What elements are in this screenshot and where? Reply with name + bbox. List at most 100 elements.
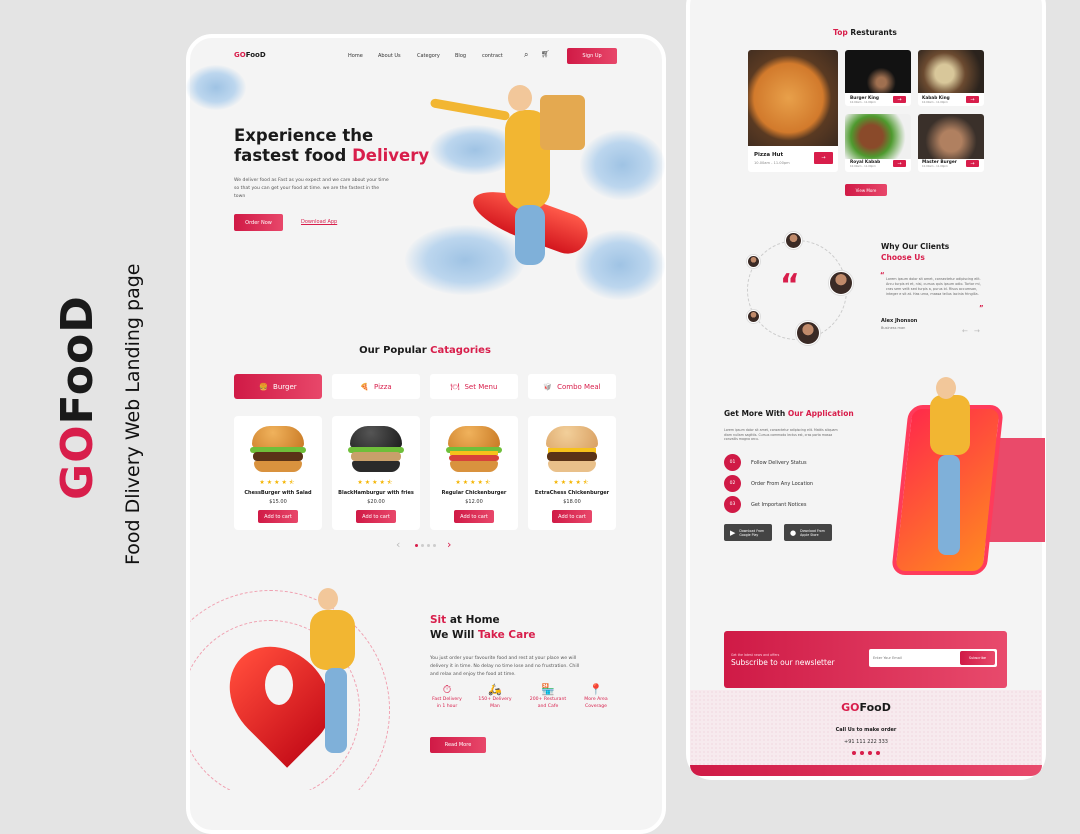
nav-about[interactable]: About Us bbox=[378, 53, 401, 59]
footer-phone[interactable]: +91 111 222 333 bbox=[690, 739, 1042, 745]
step-number: 02 bbox=[724, 475, 741, 492]
add-to-cart-button[interactable]: Add to cart bbox=[552, 510, 592, 523]
quote-icon: “ bbox=[780, 268, 800, 303]
search-icon[interactable]: ⌕ bbox=[524, 50, 528, 60]
app-step: 01 Follow Delivery Status bbox=[724, 454, 807, 471]
side-subtitle: Food Dlivery Web Landing page bbox=[122, 263, 144, 566]
download-app-link[interactable]: Download App bbox=[301, 219, 337, 225]
product-price: $18.00 bbox=[563, 499, 581, 505]
page-dot-active[interactable] bbox=[415, 544, 418, 547]
twitter-icon[interactable] bbox=[860, 751, 864, 755]
restaurant-hours: 10.00am - 11.00pm bbox=[922, 101, 948, 104]
restaurant-name: Pizza Hut bbox=[754, 152, 784, 158]
restaurant-arrow-button[interactable]: → bbox=[966, 96, 979, 103]
feature-line1: More Area bbox=[584, 697, 608, 702]
store-name: Google Play bbox=[739, 532, 759, 537]
tab-label: Pizza bbox=[374, 382, 392, 391]
client-name: Alex Jhonson bbox=[881, 318, 918, 324]
product-name: ExtraChess Chickenburger bbox=[534, 490, 610, 496]
restaurant-hours: 10.00am - 11.00pm bbox=[754, 161, 790, 165]
page-dot[interactable] bbox=[427, 544, 430, 547]
next-arrow-icon[interactable]: › bbox=[447, 538, 451, 551]
client-avatar[interactable] bbox=[747, 310, 760, 323]
footer-call: Call Us to make order bbox=[835, 727, 897, 733]
dish-icon: 🍽 bbox=[450, 382, 460, 391]
care-text: at Home bbox=[446, 614, 500, 626]
feature-line1: 200+ Resturant bbox=[529, 697, 567, 702]
store-text: Download From Google Play bbox=[739, 529, 764, 537]
facebook-icon[interactable] bbox=[852, 751, 856, 755]
burger-image bbox=[446, 424, 502, 474]
play-store-icon: ▶ bbox=[730, 528, 736, 537]
scooter-icon: 🛵 bbox=[488, 683, 502, 696]
page-dot[interactable] bbox=[433, 544, 436, 547]
apple-icon: ● bbox=[790, 528, 797, 537]
product-price: $20.00 bbox=[367, 499, 385, 505]
restaurant-arrow-button[interactable]: → bbox=[814, 152, 833, 164]
add-to-cart-button[interactable]: Add to cart bbox=[454, 510, 494, 523]
categories-title-text: Our Popular bbox=[359, 345, 431, 356]
logo-food: FooD bbox=[859, 701, 891, 714]
open-quote-icon: “ bbox=[880, 271, 885, 279]
linkedin-icon[interactable] bbox=[876, 751, 880, 755]
restaurant-arrow-button[interactable]: → bbox=[966, 160, 979, 167]
client-avatar[interactable] bbox=[747, 255, 760, 268]
product-price: $12.00 bbox=[465, 499, 483, 505]
app-description: Lorem ipsum dolor sit amet, consectetur … bbox=[724, 428, 838, 441]
prev-arrow-icon[interactable]: ‹ bbox=[396, 538, 400, 551]
nav-home[interactable]: Home bbox=[348, 53, 363, 59]
tab-burger[interactable]: 🍔 Burger bbox=[234, 374, 322, 399]
apple-store-button[interactable]: ● Download From Apple Store bbox=[784, 524, 832, 541]
care-highlight: Take Care bbox=[478, 629, 536, 641]
client-avatar[interactable] bbox=[796, 321, 820, 345]
pizza-icon: 🍕 bbox=[360, 382, 370, 391]
restaurant-hours: 10.00am - 11.00pm bbox=[922, 165, 948, 168]
order-now-button[interactable]: Order Now bbox=[234, 214, 283, 231]
footer-logo[interactable]: GOFooD bbox=[690, 701, 1042, 714]
cart-icon[interactable]: 🛒︎ bbox=[541, 50, 550, 58]
app-step: 02 Order From Any Location bbox=[724, 475, 813, 492]
client-avatar[interactable] bbox=[785, 232, 802, 249]
burger-image bbox=[348, 424, 404, 474]
tab-pizza[interactable]: 🍕 Pizza bbox=[332, 374, 420, 399]
subscribe-button[interactable]: Subscribe bbox=[960, 651, 995, 665]
restaurant-image bbox=[918, 50, 984, 93]
hero-title-highlight: Delivery bbox=[352, 146, 430, 165]
nav-category[interactable]: Category bbox=[417, 53, 440, 59]
product-name: Regular Chickenburger bbox=[441, 490, 507, 496]
product-card: ★★★★⯪ ChessBurger with Salad $15.00 Add … bbox=[234, 416, 322, 530]
google-play-button[interactable]: ▶ Download From Google Play bbox=[724, 524, 772, 541]
footer-bar bbox=[690, 765, 1042, 776]
view-more-button[interactable]: View More bbox=[845, 184, 887, 196]
close-quote-icon: ” bbox=[979, 304, 984, 312]
add-to-cart-button[interactable]: Add to cart bbox=[356, 510, 396, 523]
combo-icon: 🥡 bbox=[543, 382, 553, 391]
sign-up-button[interactable]: Sign Up bbox=[567, 48, 617, 64]
prev-testimonial-icon[interactable]: ← bbox=[962, 327, 968, 335]
tab-set-menu[interactable]: 🍽 Set Menu bbox=[430, 374, 518, 399]
feature-coverage: 📍 More Area Coverage bbox=[576, 684, 616, 710]
tab-combo-meal[interactable]: 🥡 Combo Meal bbox=[528, 374, 616, 399]
instagram-icon[interactable] bbox=[868, 751, 872, 755]
next-testimonial-icon[interactable]: → bbox=[974, 327, 980, 335]
client-role: Business man bbox=[881, 326, 906, 330]
page-dot[interactable] bbox=[421, 544, 424, 547]
read-more-button[interactable]: Read More bbox=[430, 737, 486, 753]
restaurants-title: Top Resturants bbox=[690, 28, 1040, 37]
store-name: Apple Store bbox=[800, 532, 819, 537]
restaurant-arrow-button[interactable]: → bbox=[893, 96, 906, 103]
client-avatar-active[interactable] bbox=[829, 271, 853, 295]
restaurant-hours: 10.00am - 11.00pm bbox=[850, 165, 876, 168]
clock-icon: ⏱ bbox=[442, 683, 452, 696]
restaurants-title-highlight: Top bbox=[833, 28, 848, 37]
restaurant-hours: 10.00am - 11.00pm bbox=[850, 101, 876, 104]
nav-blog[interactable]: Blog bbox=[455, 53, 466, 59]
nav-logo[interactable]: GOFooD bbox=[234, 51, 266, 59]
logo-food: FooD bbox=[52, 295, 103, 425]
email-input[interactable] bbox=[873, 652, 953, 664]
add-to-cart-button[interactable]: Add to cart bbox=[258, 510, 298, 523]
delivery-rocket-illustration bbox=[429, 80, 600, 280]
nav-contract[interactable]: contract bbox=[482, 53, 503, 59]
testimonial-title: Why Our Clients Choose Us bbox=[881, 241, 949, 263]
restaurant-arrow-button[interactable]: → bbox=[893, 160, 906, 167]
